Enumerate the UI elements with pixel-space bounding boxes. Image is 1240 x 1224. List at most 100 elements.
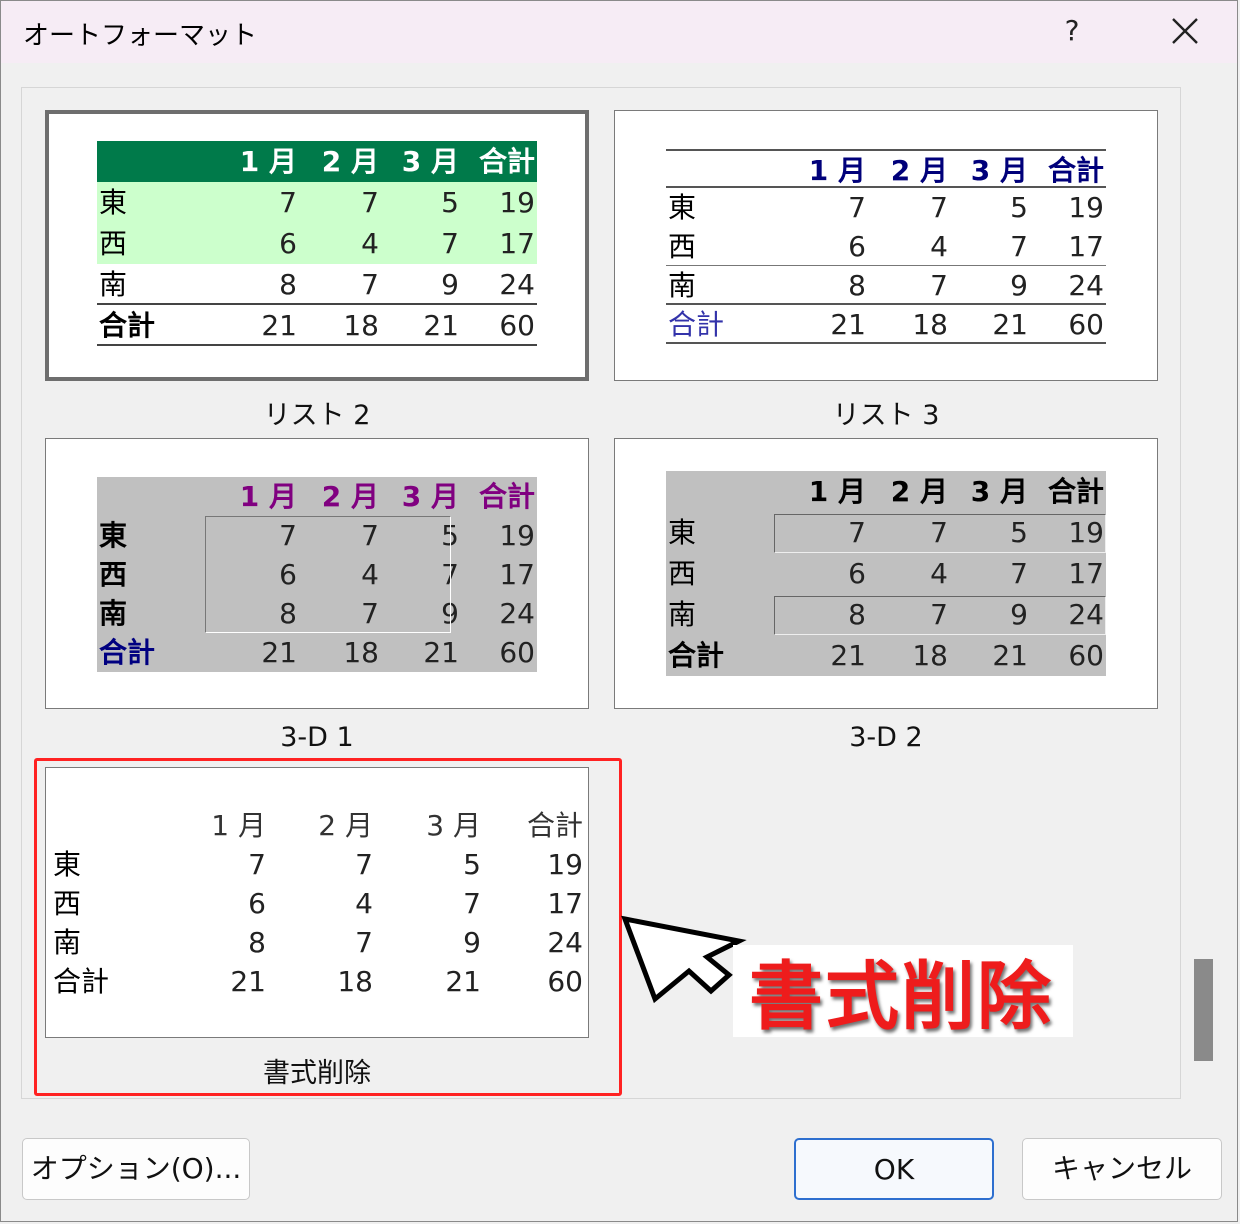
preview-value-cell: 7 bbox=[1010, 557, 1028, 590]
format-caption-list2: リスト 2 bbox=[263, 400, 371, 431]
preview-value-cell: 9 bbox=[1010, 269, 1028, 302]
preview-header-cell: 1 月 bbox=[808, 154, 866, 187]
preview-value-cell: 7 bbox=[1010, 230, 1028, 263]
preview-header-cell: 1 月 bbox=[239, 145, 297, 178]
preview-value-cell: 60 bbox=[1068, 639, 1104, 672]
preview-table-list3: 1 月2 月3 月合計東 7 7 5 19 西 6 4 7 17 南 8 7 9 24 合計 21 18 21 60 bbox=[666, 149, 1106, 344]
preview-header-cell: 2 月 bbox=[890, 154, 948, 187]
preview-data-row: 南 8 7 9 24 bbox=[666, 266, 1106, 305]
preview-data-row: 西 6 4 7 17 bbox=[666, 553, 1106, 594]
preview-inset-box bbox=[774, 514, 1106, 553]
format-caption-list3: リスト 3 bbox=[832, 400, 940, 431]
preview-value-cell: 7 bbox=[930, 269, 948, 302]
preview-value-cell: 18 bbox=[912, 308, 948, 341]
preview-data-row: 合計 21 18 21 60 bbox=[666, 305, 1106, 344]
vertical-scrollbar[interactable] bbox=[1183, 87, 1225, 1099]
help-button[interactable]: ? bbox=[1047, 7, 1097, 55]
preview-data-row: 合計 21 18 21 60 bbox=[666, 635, 1106, 676]
format-caption-3d1: 3-D 1 bbox=[280, 722, 354, 753]
preview-value-cell: 7 bbox=[361, 268, 379, 301]
preview-value-cell: 21 bbox=[423, 636, 459, 669]
callout-text: 書式削除 bbox=[749, 954, 1053, 1040]
preview-inset-box bbox=[774, 596, 1106, 635]
preview-header-row: 1 月 2 月 3 月合計 bbox=[97, 141, 537, 182]
preview-header-cell: 3 月 bbox=[401, 480, 459, 513]
preview-header-row: 1 月 2 月 3 月合計 bbox=[97, 477, 537, 516]
preview-header-cell: 2 月 bbox=[321, 145, 379, 178]
preview-header-row: 1 月 2 月 3 月合計 bbox=[666, 471, 1106, 512]
preview-value-cell: 7 bbox=[848, 191, 866, 224]
preview-value-cell: 60 bbox=[1068, 308, 1104, 341]
format-caption-3d2: 3-D 2 bbox=[849, 722, 923, 753]
preview-value-cell: 7 bbox=[930, 191, 948, 224]
preview-value-cell: 19 bbox=[499, 186, 535, 219]
preview-value-cell: 60 bbox=[499, 636, 535, 669]
preview-header-cell: 合計 bbox=[1047, 154, 1104, 187]
preview-value-cell: 21 bbox=[261, 309, 297, 342]
options-button[interactable]: オプション(O)... bbox=[22, 1138, 250, 1200]
preview-header-cell: 3 月 bbox=[970, 154, 1028, 187]
preview-value-cell: 5 bbox=[1010, 191, 1028, 224]
preview-header-cell: 合計 bbox=[478, 480, 535, 513]
preview-value-cell: 21 bbox=[261, 636, 297, 669]
preview-value-cell: 5 bbox=[441, 186, 459, 219]
scrollbar-thumb[interactable] bbox=[1194, 959, 1213, 1061]
preview-value-cell: 17 bbox=[1068, 557, 1104, 590]
preview-header-cell: 合計 bbox=[1047, 475, 1104, 508]
preview-data-row: 合計 21 18 21 60 bbox=[97, 305, 537, 346]
preview-value-cell: 21 bbox=[830, 308, 866, 341]
preview-table-3d2: 1 月2 月3 月合計東 7 7 5 19 西 6 4 7 17 南 8 7 9 24 合計 21 18 21 60 bbox=[666, 471, 1106, 676]
cancel-button[interactable]: キャンセル bbox=[1022, 1138, 1222, 1200]
preview-table-list2: 1 月2 月3 月合計東 7 7 5 19 西 6 4 7 17 南 8 7 9 24 合計 21 18 21 60 bbox=[97, 141, 537, 346]
preview-value-cell: 21 bbox=[992, 639, 1028, 672]
preview-data-row: 合計 21 18 21 60 bbox=[97, 633, 537, 672]
preview-value-cell: 4 bbox=[930, 230, 948, 263]
autoformat-dialog: オートフォーマット ? リスト 2 リスト 3 3-D 1 3-D 2 書式削除… bbox=[0, 0, 1238, 1222]
preview-value-cell: 24 bbox=[499, 268, 535, 301]
preview-value-cell: 18 bbox=[343, 636, 379, 669]
preview-header-cell: 3 月 bbox=[970, 475, 1028, 508]
preview-value-cell: 18 bbox=[343, 309, 379, 342]
preview-header-cell: 2 月 bbox=[890, 475, 948, 508]
preview-value-cell: 18 bbox=[912, 639, 948, 672]
title-bar: オートフォーマット ? bbox=[1, 1, 1237, 63]
preview-value-cell: 7 bbox=[361, 186, 379, 219]
preview-inset-box bbox=[205, 516, 451, 633]
dialog-title: オートフォーマット bbox=[23, 21, 258, 51]
preview-value-cell: 6 bbox=[279, 227, 297, 260]
preview-value-cell: 17 bbox=[499, 558, 535, 591]
ok-button[interactable]: OK bbox=[794, 1138, 994, 1200]
preview-data-row: 西 6 4 7 17 bbox=[97, 223, 537, 264]
preview-value-cell: 24 bbox=[1068, 269, 1104, 302]
preview-value-cell: 19 bbox=[1068, 191, 1104, 224]
preview-header-cell: 2 月 bbox=[321, 480, 379, 513]
preview-header-cell: 1 月 bbox=[239, 480, 297, 513]
preview-value-cell: 8 bbox=[279, 268, 297, 301]
preview-value-cell: 9 bbox=[441, 268, 459, 301]
preview-header-cell: 3 月 bbox=[401, 145, 459, 178]
preview-table-3d1: 1 月2 月3 月合計東 7 7 5 19 西 6 4 7 17 南 8 7 9 24 合計 21 18 21 60 bbox=[97, 477, 537, 672]
preview-value-cell: 4 bbox=[361, 227, 379, 260]
preview-data-row: 東 7 7 5 19 bbox=[97, 182, 537, 223]
preview-value-cell: 6 bbox=[848, 230, 866, 263]
preview-value-cell: 6 bbox=[848, 557, 866, 590]
preview-data-row: 西 6 4 7 17 bbox=[666, 227, 1106, 266]
preview-value-cell: 8 bbox=[848, 269, 866, 302]
preview-value-cell: 60 bbox=[499, 309, 535, 342]
preview-value-cell: 17 bbox=[499, 227, 535, 260]
preview-header-row: 1 月 2 月 3 月合計 bbox=[666, 149, 1106, 188]
close-button[interactable] bbox=[1159, 7, 1211, 55]
preview-value-cell: 4 bbox=[930, 557, 948, 590]
preview-value-cell: 21 bbox=[423, 309, 459, 342]
preview-value-cell: 21 bbox=[830, 639, 866, 672]
preview-data-row: 東 7 7 5 19 bbox=[666, 188, 1106, 227]
preview-header-cell: 1 月 bbox=[808, 475, 866, 508]
preview-value-cell: 17 bbox=[1068, 230, 1104, 263]
close-icon bbox=[1172, 18, 1198, 44]
preview-value-cell: 21 bbox=[992, 308, 1028, 341]
highlight-frame bbox=[34, 758, 622, 1096]
preview-value-cell: 7 bbox=[441, 227, 459, 260]
preview-data-row: 南 8 7 9 24 bbox=[97, 264, 537, 305]
preview-value-cell: 19 bbox=[499, 519, 535, 552]
pointer-arrow-icon bbox=[621, 915, 747, 1004]
